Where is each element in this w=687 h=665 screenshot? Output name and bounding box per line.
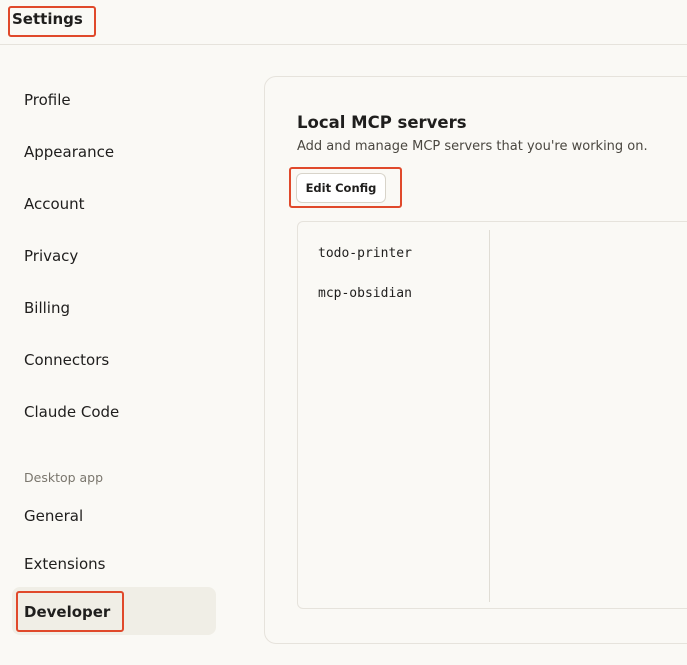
sidebar-item-claude-code[interactable]: Claude Code: [24, 403, 119, 421]
sidebar-item-billing[interactable]: Billing: [24, 299, 70, 317]
sidebar-item-connectors[interactable]: Connectors: [24, 351, 109, 369]
sidebar-item-appearance[interactable]: Appearance: [24, 143, 114, 161]
section-title: Local MCP servers: [297, 113, 467, 132]
settings-header: Settings: [0, 0, 687, 45]
page-title: Settings: [12, 10, 83, 28]
server-item-todo-printer[interactable]: todo-printer: [318, 246, 412, 261]
edit-config-button[interactable]: Edit Config: [296, 173, 386, 203]
sidebar-item-privacy[interactable]: Privacy: [24, 247, 78, 265]
section-subtitle: Add and manage MCP servers that you're w…: [297, 139, 648, 154]
sidebar-section-desktop-app: Desktop app: [24, 470, 104, 485]
sidebar-item-account[interactable]: Account: [24, 195, 85, 213]
server-list-divider: [489, 230, 490, 602]
server-list-container: [297, 221, 687, 609]
sidebar-item-extensions[interactable]: Extensions: [24, 555, 105, 573]
sidebar-item-general[interactable]: General: [24, 507, 83, 525]
sidebar-item-profile[interactable]: Profile: [24, 91, 71, 109]
server-item-mcp-obsidian[interactable]: mcp-obsidian: [318, 286, 412, 301]
sidebar-item-developer-label: Developer: [24, 603, 111, 621]
